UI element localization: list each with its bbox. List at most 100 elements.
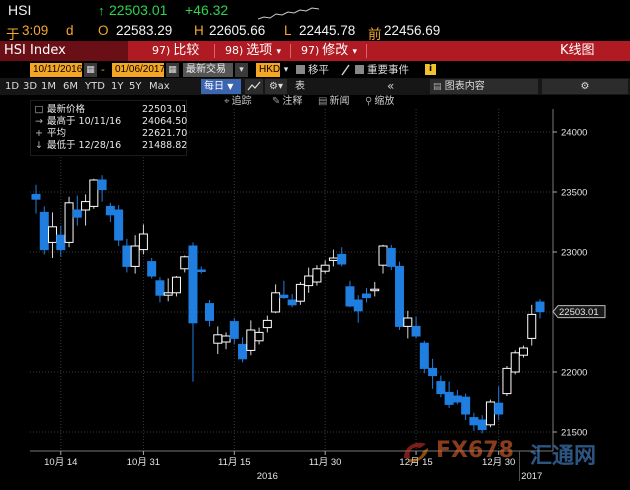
currency-select[interactable]: HKD [256, 63, 280, 77]
period-select[interactable]: 最新交易 [183, 63, 233, 77]
ticker-symbol[interactable]: HSI [8, 2, 31, 18]
day-flag: d [66, 23, 74, 38]
candle-up [130, 235, 140, 274]
shift-checkbox[interactable] [296, 65, 305, 74]
up-arrow-icon: ↑ [98, 3, 105, 18]
chart-content-label: 图表内容 [444, 81, 485, 92]
collapse-icon[interactable]: « [384, 79, 397, 94]
pencil-icon[interactable] [340, 64, 350, 76]
annotate-tool[interactable]: ✎ 注释 [272, 95, 302, 109]
events-checkbox[interactable] [355, 65, 364, 74]
candle-body [452, 395, 462, 403]
news-tool[interactable]: ▤ 新闻 [318, 95, 349, 109]
legend-value: 22503.01 [142, 104, 188, 115]
range-max[interactable]: Max [146, 79, 173, 94]
y-tick-label: 22000 [561, 368, 587, 379]
candlestick-chart[interactable]: 21500220002250023000235002400022503.01 1… [0, 109, 630, 490]
chevron-down-icon[interactable]: ▾ [235, 63, 248, 77]
candle-up [180, 255, 190, 273]
candle-down [461, 393, 471, 420]
legend-value: 21488.82 [142, 140, 188, 151]
zoom-label: 缩放 [374, 96, 395, 107]
info-icon[interactable]: i [425, 64, 436, 75]
open-value: 22583.29 [116, 23, 173, 38]
gear-icon[interactable]: ⚙ [542, 79, 628, 94]
range-5y[interactable]: 5Y [126, 79, 144, 94]
toolbar-divider [214, 44, 215, 58]
candle-up [171, 276, 181, 297]
legend-label: 最低于 12/28/16 [47, 140, 122, 151]
end-date-field[interactable]: 01/06/2017 [112, 63, 165, 77]
range-6m[interactable]: 6M [60, 79, 81, 94]
candle-body [138, 233, 148, 251]
fx678-logo-icon [404, 442, 428, 463]
range-ytd[interactable]: YTD [82, 79, 108, 94]
modify-label: 修改 [322, 43, 349, 58]
candle-down [444, 381, 454, 408]
candle-body [188, 245, 198, 324]
legend-average: + 平均 22621.70 [31, 128, 187, 139]
candle-body [97, 179, 107, 191]
options-num: 98) [225, 44, 244, 57]
legend-symbol: ↓ [35, 140, 43, 151]
candle-body [436, 381, 446, 395]
range-1m[interactable]: 1M [38, 79, 59, 94]
chart-settings-icon[interactable]: ⚙▾ [265, 79, 287, 94]
high-label: H [194, 23, 204, 38]
candle-down [122, 238, 132, 273]
candle-up [320, 260, 330, 274]
x-tick-label: 10月 31 [127, 457, 160, 468]
watermark-name: 汇通网 [530, 444, 597, 469]
candle-up [502, 366, 512, 396]
chevron-down-icon: ▾ [276, 47, 281, 57]
legend-symbol: → [35, 116, 43, 127]
candle-down [238, 337, 248, 363]
candle-body [477, 419, 487, 431]
candle-body [287, 299, 297, 306]
candle-body [502, 367, 512, 395]
legend-value: 22621.70 [142, 128, 188, 139]
low-value: 22445.78 [299, 23, 356, 38]
calendar-icon[interactable]: ▦ [166, 63, 179, 77]
last-price: 22503.01 [109, 2, 168, 18]
news-label: 新闻 [329, 96, 350, 107]
shift-label: 移平 [308, 64, 329, 76]
track-tool[interactable]: ⌖ 追踪 [224, 95, 252, 109]
candle-up [510, 350, 520, 375]
time-label: 于 [6, 27, 20, 42]
candle-body [320, 264, 330, 272]
candle-body [395, 265, 405, 327]
candle-down [411, 316, 421, 339]
candle-body [485, 401, 495, 426]
candle-down [196, 266, 206, 274]
range-1y[interactable]: 1Y [108, 79, 126, 94]
candle-down [279, 280, 289, 299]
compare-button[interactable]: 97) 比较 [152, 41, 199, 61]
candle-body [510, 352, 520, 373]
chevron-down-icon[interactable]: ▾ [281, 63, 291, 77]
zoom-tool[interactable]: ⚲ 缩放 [365, 95, 394, 109]
security-field[interactable]: HSI Index [0, 41, 128, 61]
frequency-select[interactable]: 每日 ▼ [201, 79, 241, 94]
options-button[interactable]: 98) 选项 ▾ [225, 41, 281, 61]
calendar-icon[interactable]: ▦ [84, 63, 97, 77]
chart-content-button[interactable]: ▤ 图表内容 [430, 79, 538, 94]
candle-up [485, 399, 495, 428]
modify-button[interactable]: 97) 修改 ▾ [301, 41, 357, 61]
candle-down [31, 184, 41, 214]
x-tick-label: 10月 14 [44, 457, 77, 468]
ohlc-row: 于 3:09 d O 22583.29 H 22605.66 L 22445.7… [0, 22, 630, 42]
chart-type-button[interactable]: K线图 [560, 41, 595, 61]
start-date-field[interactable]: 10/11/2016 [30, 63, 82, 77]
table-button[interactable]: 表 [292, 79, 308, 94]
candle-down [436, 375, 446, 398]
legend-symbol: □ [34, 104, 44, 115]
candle-down [469, 412, 479, 431]
candle-body [518, 347, 528, 356]
candle-up [138, 224, 148, 255]
candle-body [295, 283, 305, 302]
pencil-icon: ✎ [272, 96, 281, 107]
range-bar: 1D 3D 1M 6M YTD 1Y 5Y Max 每日 ▼ ⚙▾ 表 « ▤ … [0, 78, 630, 95]
candle-body [105, 205, 115, 216]
line-chart-icon[interactable] [245, 79, 263, 94]
